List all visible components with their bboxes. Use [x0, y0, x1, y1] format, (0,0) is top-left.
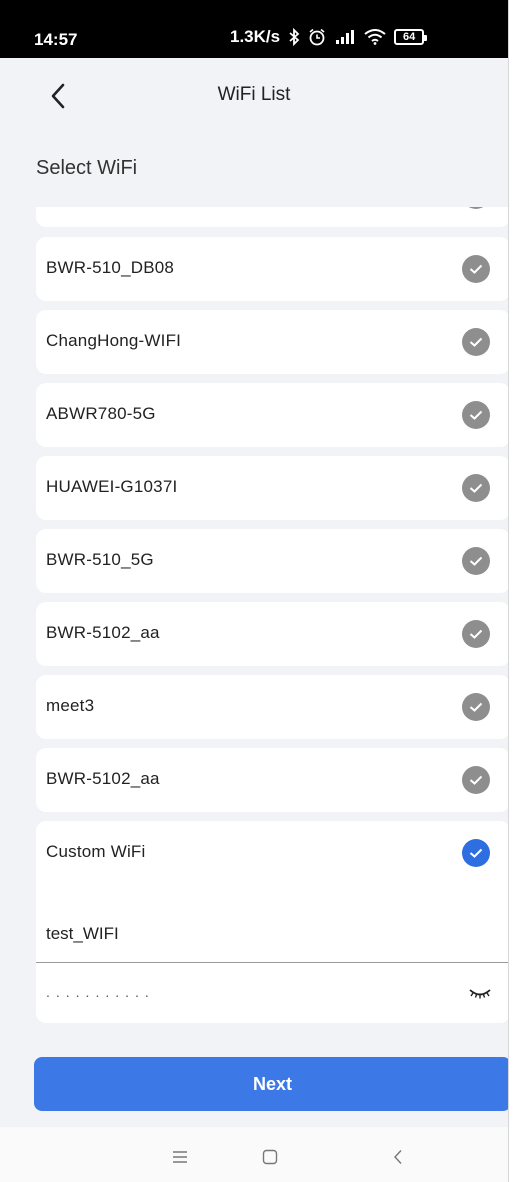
- check-icon: [462, 328, 490, 356]
- wifi-name: meet3: [46, 696, 95, 715]
- section-title: Select WiFi: [36, 157, 138, 179]
- phone-screen: 14:57 1.3K/s 64 WiFi List Select WiFi BW…: [0, 0, 509, 1182]
- status-time: 14:57: [34, 30, 78, 49]
- check-icon: [462, 766, 490, 794]
- wifi-item[interactable]: ChangHong-WIFI: [36, 310, 508, 374]
- check-icon: [462, 207, 490, 209]
- divider: [36, 962, 508, 963]
- check-icon: [462, 401, 490, 429]
- check-icon: [462, 474, 490, 502]
- wifi-item[interactable]: BWR-510_5G: [36, 529, 508, 593]
- status-icons: 1.3K/s 64: [230, 27, 428, 47]
- wifi-item[interactable]: ABWR780-5G: [36, 383, 508, 447]
- next-button[interactable]: Next: [34, 1057, 508, 1111]
- eye-closed-icon[interactable]: [468, 987, 492, 1006]
- check-icon: [462, 693, 490, 721]
- battery-level: 64: [402, 31, 416, 43]
- wifi-name: BWR-510_5G: [46, 550, 154, 569]
- wifi-name: ABWR780-5G: [46, 404, 156, 423]
- wifi-name: BWR-5102_aa: [46, 769, 160, 788]
- wifi-list[interactable]: BWR-510_DB08 ChangHong-WIFI ABWR780-5G H…: [36, 207, 508, 1029]
- home-icon[interactable]: [258, 1145, 282, 1169]
- password-input[interactable]: ...........: [46, 984, 155, 1000]
- status-bar: 14:57 1.3K/s 64: [0, 0, 508, 58]
- wifi-item[interactable]: BWR-5102_aa: [36, 748, 508, 812]
- custom-wifi-label: Custom WiFi: [46, 842, 146, 861]
- wifi-name: HUAWEI-G1037I: [46, 477, 178, 496]
- wifi-item[interactable]: meet3: [36, 675, 508, 739]
- system-nav-bar: [0, 1127, 508, 1182]
- wifi-status-icon: [364, 29, 386, 45]
- menu-icon[interactable]: [168, 1145, 192, 1169]
- wifi-item[interactable]: HUAWEI-G1037I: [36, 456, 508, 520]
- alarm-icon: [308, 28, 326, 46]
- check-icon: [462, 547, 490, 575]
- header: WiFi List: [0, 58, 508, 134]
- battery-icon: 64: [394, 29, 428, 45]
- selected-check-icon: [462, 839, 490, 867]
- wifi-name: ChangHong-WIFI: [46, 331, 182, 350]
- custom-wifi-card[interactable]: Custom WiFi test_WIFI ...........: [36, 821, 508, 1023]
- wifi-item[interactable]: BWR-510_DB08: [36, 237, 508, 301]
- nav-back-icon[interactable]: [386, 1145, 410, 1169]
- wifi-name: BWR-510_DB08: [46, 258, 175, 277]
- bluetooth-icon: [288, 28, 300, 46]
- check-icon: [462, 255, 490, 283]
- ssid-input[interactable]: test_WIFI: [46, 924, 119, 944]
- check-icon: [462, 620, 490, 648]
- signal-icon: [334, 29, 356, 45]
- wifi-name: BWR-5102_aa: [46, 623, 160, 642]
- page-title: WiFi List: [217, 84, 291, 105]
- network-speed: 1.3K/s: [230, 27, 281, 46]
- wifi-item[interactable]: BWR-5102_aa: [36, 602, 508, 666]
- wifi-item-partial[interactable]: [36, 207, 508, 227]
